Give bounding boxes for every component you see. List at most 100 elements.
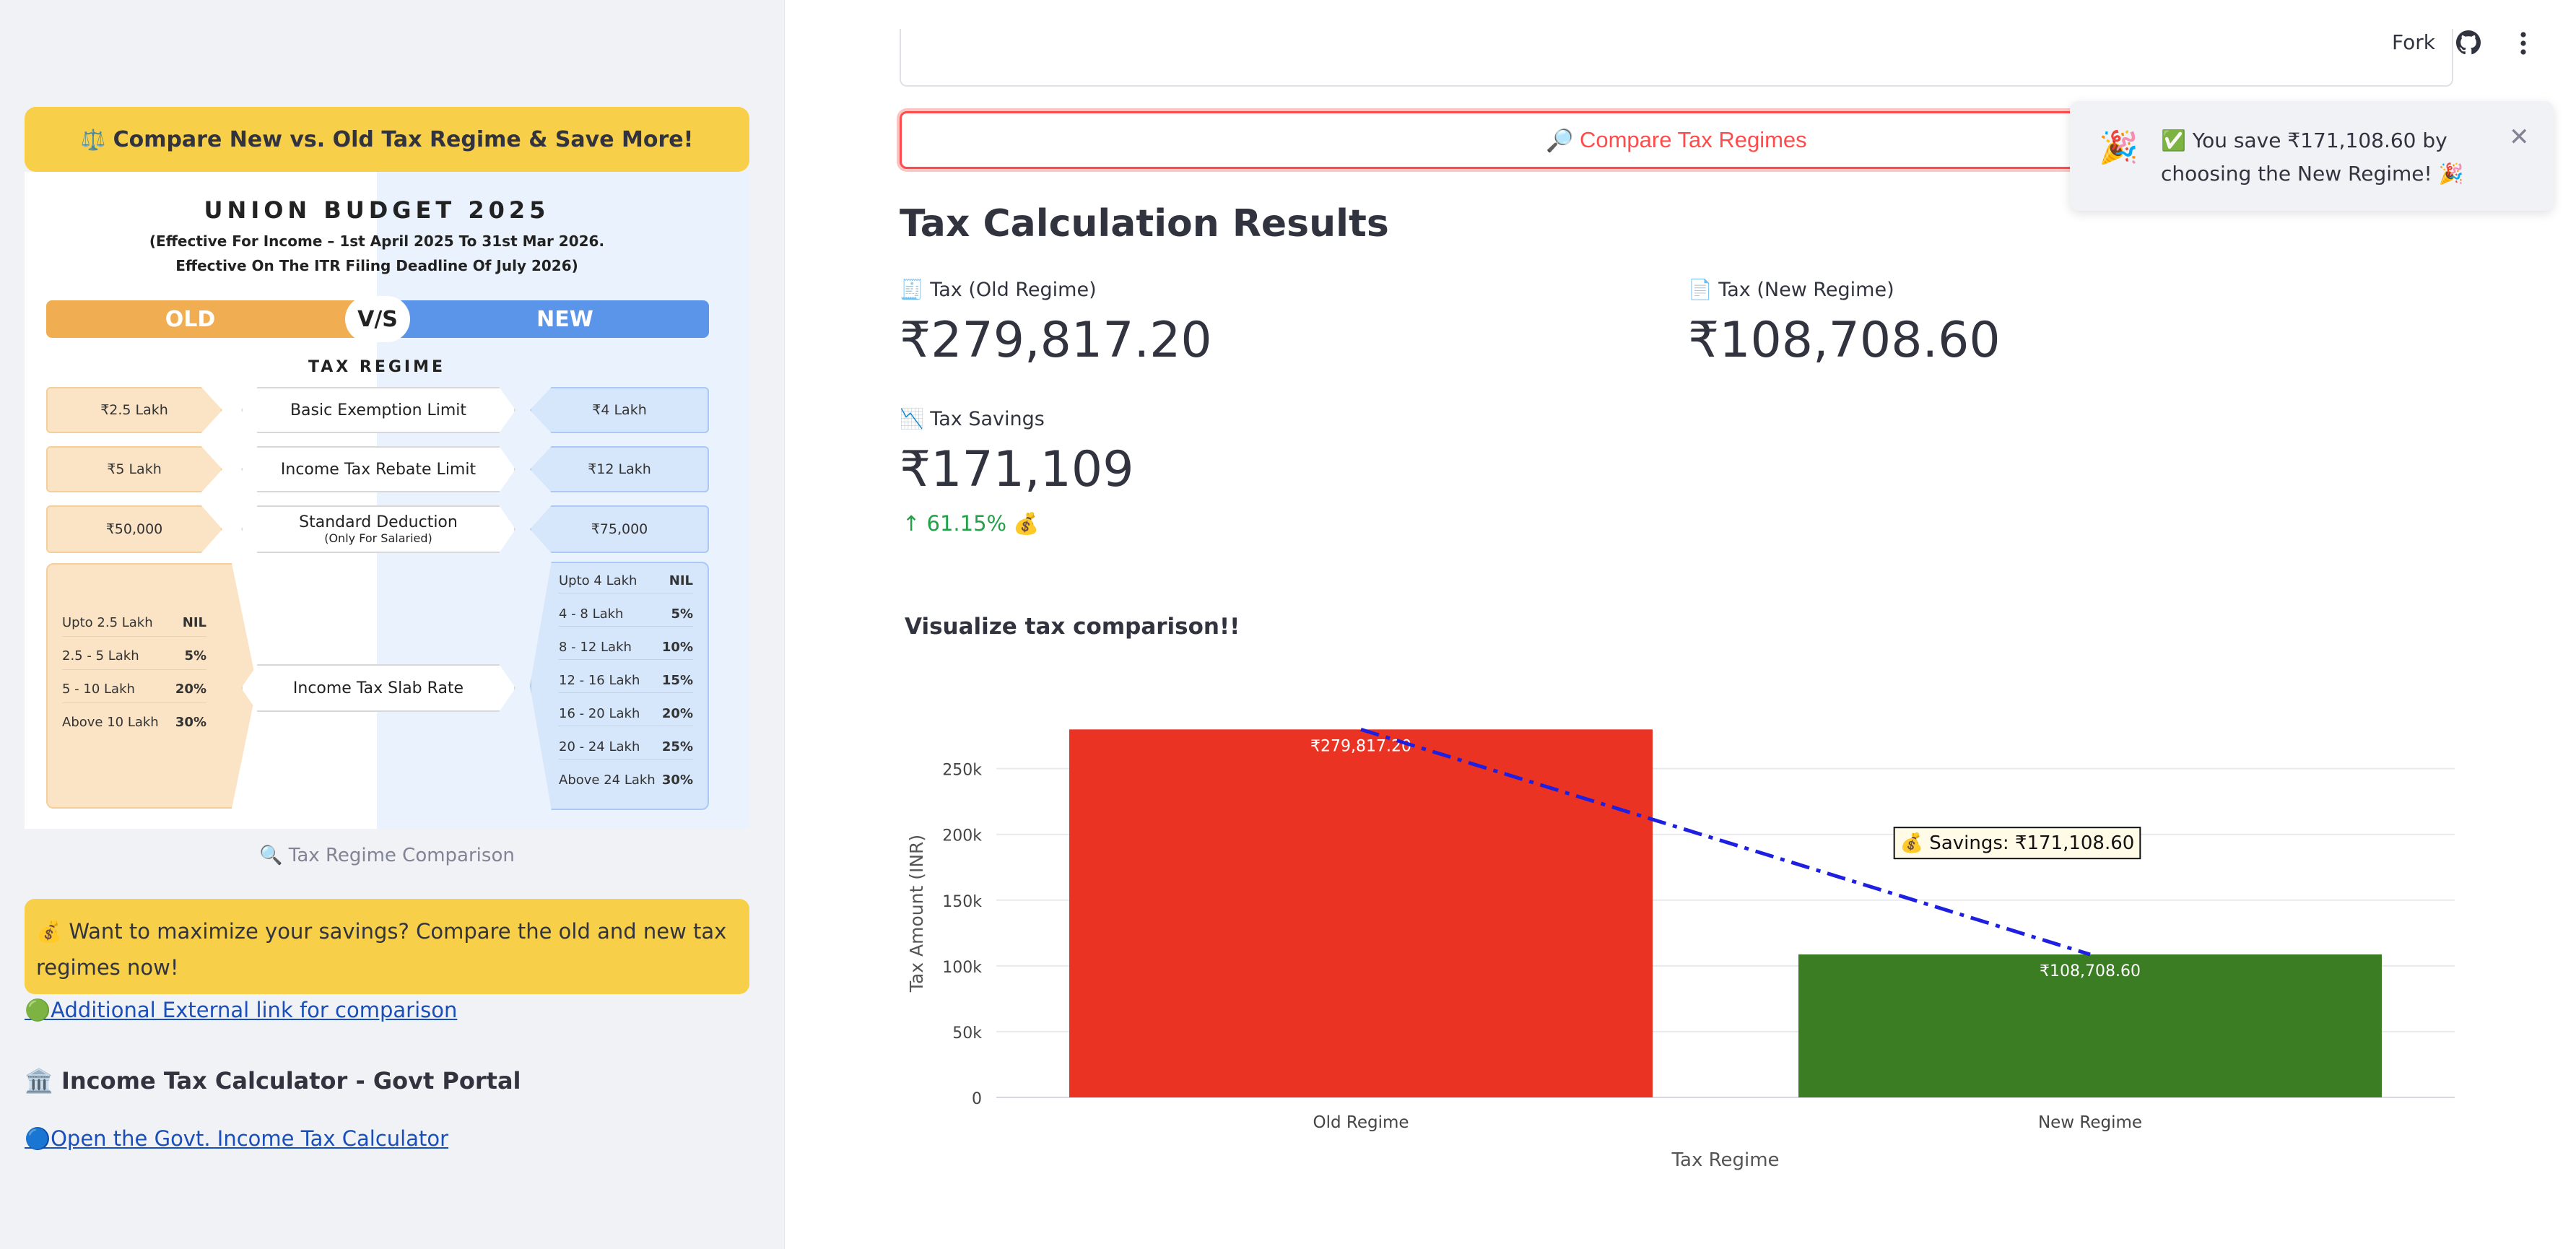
slab-range: 4 - 8 Lakh xyxy=(559,606,624,622)
previous-input-field[interactable] xyxy=(900,29,2453,87)
github-icon[interactable] xyxy=(2456,30,2481,55)
arrow-up-icon: ↑ xyxy=(902,511,921,536)
bar-old-regime xyxy=(1069,729,1653,1097)
old-slab-row: Above 10 Lakh 30% xyxy=(62,715,206,736)
slab-range: 2.5 - 5 Lakh xyxy=(62,648,139,663)
new-basic-exemption: ₹4 Lakh xyxy=(530,387,709,433)
compare-banner: ⚖️ Compare New vs. Old Tax Regime & Save… xyxy=(25,107,749,172)
y-tick-label: 0 xyxy=(972,1090,982,1108)
slab-range: Above 24 Lakh xyxy=(559,773,656,788)
money-bag-icon: 💰 xyxy=(36,919,63,944)
magnifier-icon: 🔍 xyxy=(259,845,283,866)
receipt-icon: 🧾 xyxy=(900,279,924,301)
slab-rate: NIL xyxy=(669,573,693,588)
slab-range: 20 - 24 Lakh xyxy=(559,739,640,754)
y-axis-title: Tax Amount (INR) xyxy=(906,835,927,993)
x-tick-label: Old Regime xyxy=(1313,1113,1409,1132)
blue-circle-icon: 🔵 xyxy=(25,1126,51,1151)
visualize-title: Visualize tax comparison!! xyxy=(905,614,1240,640)
bar-data-label: ₹279,817.20 xyxy=(1310,737,1411,755)
row-sublabel: (Only For Salaried) xyxy=(324,531,432,545)
new-slab-row: 16 - 20 Lakh 20% xyxy=(559,706,693,726)
new-slab-box: Upto 4 Lakh NIL 4 - 8 Lakh 5% 8 - 12 Lakh 1… xyxy=(530,562,709,810)
info-box-text: Want to maximize your savings? Compare t… xyxy=(36,919,727,980)
x-axis-title: Tax Regime xyxy=(1671,1149,1779,1171)
infographic-subtitle-2: Effective On The ITR Filing Deadline Of … xyxy=(175,257,578,274)
slab-rate: 20% xyxy=(175,682,206,697)
slab-rate: 5% xyxy=(671,606,693,622)
slab-rate: 20% xyxy=(661,706,693,721)
heading-text: Income Tax Calculator - Govt Portal xyxy=(61,1067,521,1094)
image-caption: 🔍 Tax Regime Comparison xyxy=(25,845,749,866)
row-label: Income Tax Rebate Limit xyxy=(280,460,477,479)
slab-range: 5 - 10 Lakh xyxy=(62,682,135,697)
slab-rate: 15% xyxy=(661,673,693,688)
slab-range: Upto 4 Lakh xyxy=(559,573,638,588)
govt-portal-heading: 🏛️ Income Tax Calculator - Govt Portal xyxy=(25,1067,521,1094)
magnifier-icon: 🔎 xyxy=(1546,127,1574,153)
slab-rate: 25% xyxy=(661,739,693,754)
slab-rate: NIL xyxy=(182,615,206,630)
old-slab-row: Upto 2.5 Lakh NIL xyxy=(62,615,206,637)
slab-rate: 30% xyxy=(175,715,206,730)
new-slab-row: 8 - 12 Lakh 10% xyxy=(559,640,693,660)
external-comparison-link[interactable]: 🟢Additional External link for comparison xyxy=(25,998,457,1023)
rebate-limit-label: Income Tax Rebate Limit xyxy=(241,446,515,492)
metric-label-text: Tax Savings xyxy=(930,408,1045,430)
old-vs-new-bar: OLD NEW V/S xyxy=(46,296,709,342)
button-label: Compare Tax Regimes xyxy=(1579,127,1807,152)
link-text: Open the Govt. Income Tax Calculator xyxy=(51,1126,449,1151)
slab-range: 16 - 20 Lakh xyxy=(559,706,640,721)
tax-regime-label: TAX REGIME xyxy=(308,358,446,376)
y-tick-label: 100k xyxy=(942,959,982,977)
old-basic-exemption: ₹2.5 Lakh xyxy=(46,387,222,433)
kebab-menu-icon[interactable] xyxy=(2511,29,2536,58)
savings-annotation: 💰 Savings: ₹171,108.60 xyxy=(1900,832,2135,854)
new-slab-row: Above 24 Lakh 30% xyxy=(559,773,693,792)
savings-info-box: 💰 Want to maximize your savings? Compare… xyxy=(25,899,749,994)
toast-message: ✅ You save ₹171,108.60 by choosing the N… xyxy=(2161,129,2464,186)
link-text: Additional External link for comparison xyxy=(51,998,458,1022)
infographic-title: UNION BUDGET 2025 xyxy=(204,196,550,224)
delta-text: 61.15% 💰 xyxy=(926,511,1040,536)
slab-range: Upto 2.5 Lakh xyxy=(62,615,153,630)
y-tick-label: 50k xyxy=(952,1024,982,1043)
old-label: OLD xyxy=(46,300,378,338)
new-slab-row: 12 - 16 Lakh 15% xyxy=(559,673,693,693)
basic-exemption-label: Basic Exemption Limit xyxy=(241,387,515,433)
new-regime-metric-label: 📄 Tax (New Regime) xyxy=(1688,278,1894,301)
new-slab-row: Upto 4 Lakh NIL xyxy=(559,573,693,593)
row-label: Income Tax Slab Rate xyxy=(292,679,464,697)
slab-range: 8 - 12 Lakh xyxy=(559,640,632,655)
slab-rate: 30% xyxy=(661,773,693,788)
chart-svg: 0 50k 100k 150k 200k 250k ₹279,817.20 Old Regim… xyxy=(906,727,2455,1171)
old-slab-row: 5 - 10 Lakh 20% xyxy=(62,682,206,703)
caption-text: Tax Regime Comparison xyxy=(288,845,515,866)
sidebar: ⚖️ Compare New vs. Old Tax Regime & Save… xyxy=(0,0,785,1249)
slab-range: 12 - 16 Lakh xyxy=(559,673,640,688)
old-rebate-limit: ₹5 Lakh xyxy=(46,446,222,492)
balance-scale-icon: ⚖️ xyxy=(80,127,106,152)
results-title: Tax Calculation Results xyxy=(900,202,1389,245)
banner-text: Compare New vs. Old Tax Regime & Save Mo… xyxy=(113,126,694,152)
new-rebate-limit: ₹12 Lakh xyxy=(530,446,709,492)
vs-label: V/S xyxy=(345,296,410,342)
old-slab-row: 2.5 - 5 Lakh 5% xyxy=(62,648,206,670)
document-icon: 📄 xyxy=(1688,279,1713,301)
slab-rate-label: Income Tax Slab Rate xyxy=(241,664,515,712)
new-slab-row: 20 - 24 Lakh 25% xyxy=(559,739,693,760)
tax-regime-infographic: UNION BUDGET 2025 (Effective For Income … xyxy=(25,172,749,829)
y-tick-label: 250k xyxy=(942,762,982,780)
savings-delta: ↑ 61.15% 💰 xyxy=(902,511,1039,536)
close-icon[interactable]: ✕ xyxy=(2509,123,2530,152)
green-circle-icon: 🟢 xyxy=(25,998,51,1022)
bar-data-label: ₹108,708.60 xyxy=(2040,962,2141,980)
metric-label-text: Tax (Old Regime) xyxy=(930,279,1097,301)
new-regime-metric-value: ₹108,708.60 xyxy=(1688,312,2001,369)
govt-calculator-link[interactable]: 🔵Open the Govt. Income Tax Calculator xyxy=(25,1126,448,1152)
savings-metric-label: 📉 Tax Savings xyxy=(900,407,1045,430)
y-tick-label: 150k xyxy=(942,893,982,911)
savings-metric-value: ₹171,109 xyxy=(900,441,1134,498)
new-standard-deduction: ₹75,000 xyxy=(530,505,709,553)
government-building-icon: 🏛️ xyxy=(25,1067,53,1094)
